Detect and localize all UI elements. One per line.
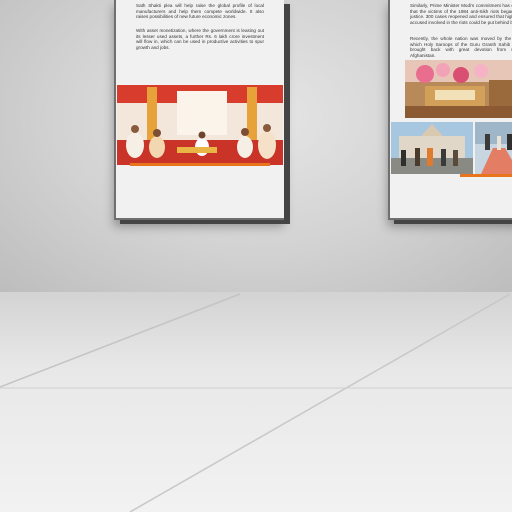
gurdwara-interior-photo (405, 60, 512, 118)
gallery-floor (0, 292, 512, 512)
red-carpet-photo (475, 122, 512, 174)
exhibit-panel-left: Sath Shakti plea will help raise the glo… (114, 0, 284, 220)
puja-ceremony-photo (117, 85, 283, 165)
accent-bar (130, 163, 270, 166)
exhibit-panel-right: Similarly, Prime Minister Modi's commitm… (388, 0, 512, 220)
left-panel-paragraph-2: With asset monetization, where the gover… (136, 28, 264, 50)
left-panel-paragraph-1: Sath Shakti plea will help raise the glo… (136, 3, 264, 20)
right-panel-paragraph-2: Recently, the whole nation was moved by … (410, 36, 512, 58)
right-panel-paragraph-1: Similarly, Prime Minister Modi's commitm… (410, 3, 512, 25)
accent-bar (460, 174, 512, 177)
temple-visit-photo (391, 122, 473, 174)
